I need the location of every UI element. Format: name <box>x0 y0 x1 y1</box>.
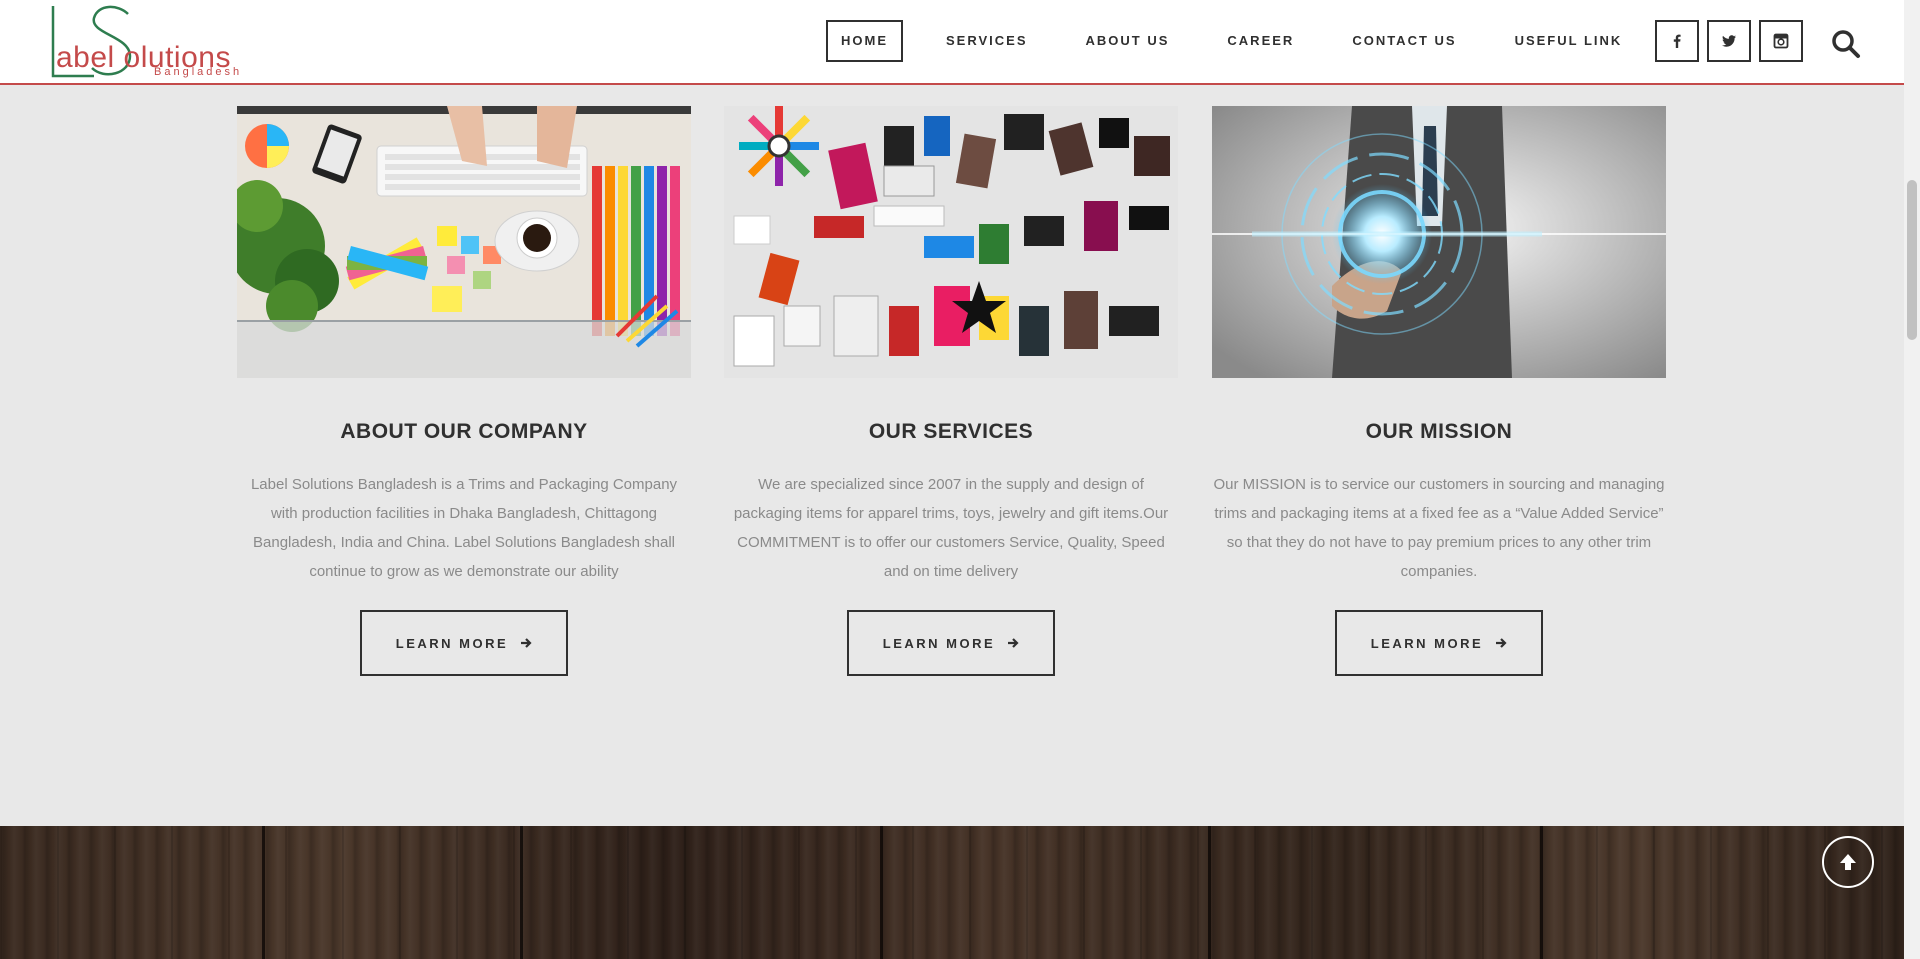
about-company-text: Label Solutions Bangladesh is a Trims an… <box>250 476 678 580</box>
arrow-up-icon <box>1840 854 1856 870</box>
nav-contact-us[interactable]: CONTACT US <box>1337 20 1471 62</box>
arrow-right-icon <box>520 637 532 649</box>
learn-more-label: LEARN MORE <box>395 635 509 651</box>
nav-useful-link[interactable]: USEFUL LINK <box>1500 20 1638 62</box>
about-company-column: ABOUT OUR COMPANY Label Solutions Bangla… <box>237 106 691 676</box>
wood-plank-gap <box>1540 826 1543 959</box>
scroll-to-top-button[interactable] <box>1822 836 1874 888</box>
site-header: abel olutions Bangladesh HOME SERVICES A… <box>0 0 1904 85</box>
wood-background-section <box>0 826 1904 959</box>
facebook-icon <box>1673 34 1681 48</box>
arrow-right-icon <box>1495 637 1507 649</box>
digital-interface-image <box>1212 106 1666 378</box>
our-services-learn-more-button[interactable]: LEARN MORE <box>847 610 1055 676</box>
our-mission-title: OUR MISSION <box>1365 420 1513 443</box>
facebook-button[interactable] <box>1655 20 1699 62</box>
our-mission-learn-more-button[interactable]: LEARN MORE <box>1335 610 1543 676</box>
about-company-learn-more-button[interactable]: LEARN MORE <box>360 610 568 676</box>
assorted-labels-image <box>724 106 1178 378</box>
our-mission-column: OUR MISSION Our MISSION is to service ou… <box>1212 106 1666 676</box>
nav-career[interactable]: CAREER <box>1212 20 1309 62</box>
wood-plank-gap <box>1208 826 1211 959</box>
search-button[interactable] <box>1830 28 1862 60</box>
instagram-button[interactable] <box>1759 20 1803 62</box>
instagram-icon <box>1773 33 1789 49</box>
site-logo[interactable]: abel olutions Bangladesh <box>48 2 258 80</box>
learn-more-label: LEARN MORE <box>1370 635 1484 651</box>
learn-more-label: LEARN MORE <box>882 635 996 651</box>
our-mission-text: Our MISSION is to service our customers … <box>1213 476 1665 580</box>
wood-plank-gap <box>880 826 883 959</box>
twitter-icon <box>1722 35 1736 47</box>
twitter-button[interactable] <box>1707 20 1751 62</box>
page-scrollbar[interactable] <box>1904 0 1920 959</box>
logo-subtitle: Bangladesh <box>154 66 243 78</box>
nav-services[interactable]: SERVICES <box>931 20 1043 62</box>
our-services-title: OUR SERVICES <box>868 420 1034 443</box>
our-services-text: We are specialized since 2007 in the sup… <box>733 476 1169 580</box>
nav-about-us[interactable]: ABOUT US <box>1071 20 1185 62</box>
nav-home[interactable]: HOME <box>826 20 903 62</box>
our-services-column: OUR SERVICES We are specialized since 20… <box>724 106 1178 676</box>
search-icon <box>1832 30 1860 58</box>
wood-plank-gap <box>262 826 265 959</box>
scrollbar-thumb[interactable] <box>1907 180 1917 340</box>
social-links <box>1655 20 1811 62</box>
arrow-right-icon <box>1007 637 1019 649</box>
designer-desk-image <box>237 106 691 378</box>
wood-plank-gap <box>520 826 523 959</box>
about-company-title: ABOUT OUR COMPANY <box>340 420 588 443</box>
main-nav: HOME SERVICES ABOUT US CAREER CONTACT US… <box>826 20 1665 62</box>
